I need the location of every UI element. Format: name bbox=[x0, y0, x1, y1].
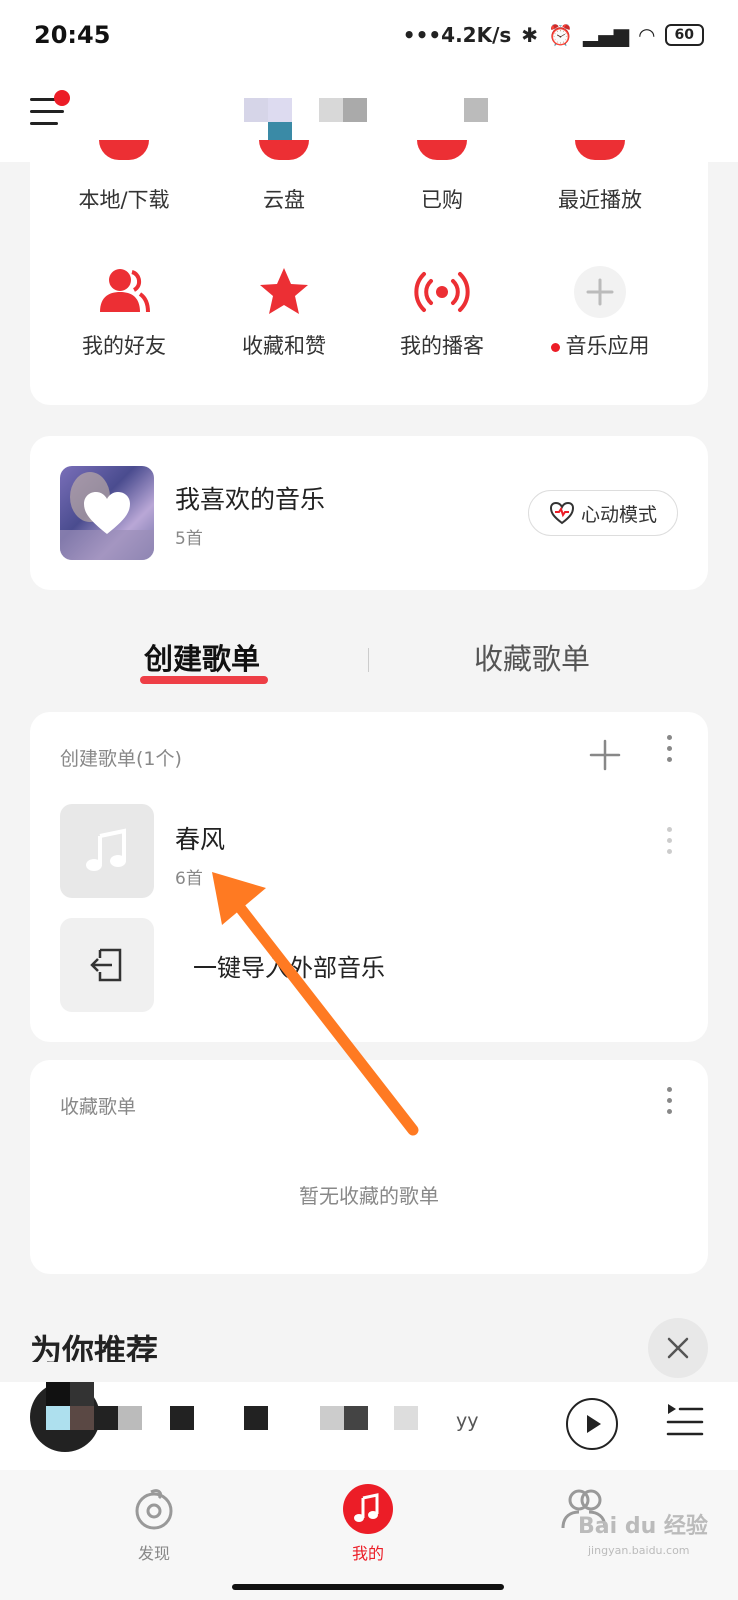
grid-item-cloud[interactable]: 云盘 bbox=[204, 140, 364, 220]
menu-line-icon bbox=[30, 122, 58, 125]
import-cover bbox=[60, 918, 154, 1012]
status-bar: 20:45 •••4.2K/s ✱ ⏰ ▂▄▆ ◠ 60 bbox=[0, 0, 738, 70]
import-icon bbox=[90, 948, 122, 982]
purchased-icon bbox=[417, 140, 467, 160]
playlist-name: 春风 bbox=[175, 825, 226, 854]
grid-item-music-apps[interactable]: 音乐应用 bbox=[520, 264, 680, 360]
tab-divider bbox=[368, 648, 369, 672]
discover-icon bbox=[135, 1489, 173, 1530]
battery-indicator: 60 bbox=[664, 24, 704, 46]
tab-created-playlists[interactable]: 创建歌单 bbox=[144, 636, 260, 678]
more-dot-icon bbox=[666, 1109, 672, 1114]
more-dot-icon bbox=[666, 757, 672, 762]
favorite-count: 5首 bbox=[175, 529, 203, 549]
collected-playlists-card: 收藏歌单 暂无收藏的歌单 bbox=[30, 1060, 708, 1274]
network-speed: •••4.2K/s bbox=[402, 23, 512, 47]
notification-dot bbox=[54, 90, 70, 106]
recommend-title: 为你推荐 bbox=[30, 1332, 159, 1362]
heartbeat-icon bbox=[549, 501, 574, 525]
grid-item-label: 云盘 bbox=[263, 188, 305, 212]
more-dot-icon bbox=[666, 838, 672, 843]
status-indicators: •••4.2K/s ✱ ⏰ ▂▄▆ ◠ 60 bbox=[403, 23, 704, 47]
grid-item-label: 音乐应用 bbox=[565, 334, 650, 358]
favorite-title: 我喜欢的音乐 bbox=[175, 485, 326, 514]
play-button[interactable] bbox=[566, 1398, 618, 1450]
more-dot-icon bbox=[666, 849, 672, 854]
playlist-queue-button[interactable] bbox=[666, 1400, 704, 1442]
grid-item-label: 本地/下载 bbox=[78, 188, 170, 212]
import-label: 一键导入外部音乐 bbox=[193, 954, 385, 982]
wifi-icon: ◠ bbox=[639, 23, 655, 47]
collected-more-button[interactable] bbox=[664, 1084, 674, 1120]
bluetooth-icon: ✱ bbox=[521, 23, 539, 47]
play-icon bbox=[587, 1415, 601, 1433]
mini-player[interactable]: yy bbox=[0, 1382, 738, 1470]
favorite-cover-image bbox=[60, 466, 154, 560]
favorite-music-card[interactable]: 我喜欢的音乐 5首 心动模式 bbox=[30, 436, 708, 590]
collected-section-header: 收藏歌单 bbox=[60, 1096, 137, 1118]
cloud-icon bbox=[259, 140, 309, 160]
grid-item-label: 已购 bbox=[421, 188, 463, 212]
nav-discover[interactable]: 发现 bbox=[104, 1484, 204, 1564]
grid-item-friends[interactable]: 我的好友 bbox=[44, 264, 204, 360]
grid-item-purchased[interactable]: 已购 bbox=[362, 140, 522, 220]
more-dot-icon bbox=[666, 1087, 672, 1092]
more-dot-icon bbox=[666, 735, 672, 740]
grid-item-recent[interactable]: 最近播放 bbox=[520, 140, 680, 220]
heart-mode-label: 心动模式 bbox=[580, 503, 657, 526]
quick-access-card: 本地/下载 云盘 已购 最近播放 我的好友 收藏和赞 我的播客 音乐应用 bbox=[30, 140, 708, 405]
playlist-cover bbox=[60, 804, 154, 898]
grid-item-label: 我的好友 bbox=[82, 334, 166, 358]
alarm-icon: ⏰ bbox=[548, 23, 573, 47]
more-dot-icon bbox=[666, 1098, 672, 1103]
created-section-header: 创建歌单(1个) bbox=[60, 748, 182, 770]
grid-item-local-download[interactable]: 本地/下载 bbox=[44, 140, 204, 220]
status-time: 20:45 bbox=[34, 21, 111, 49]
redacted-song-info bbox=[46, 1382, 446, 1432]
nav-mine[interactable]: 我的 bbox=[318, 1484, 418, 1564]
plus-icon bbox=[574, 266, 626, 318]
tab-collected-playlists[interactable]: 收藏歌单 bbox=[474, 636, 590, 678]
new-badge-dot bbox=[550, 342, 560, 352]
close-icon bbox=[667, 1337, 689, 1359]
friends-icon bbox=[100, 269, 150, 313]
playlist-count: 6首 bbox=[175, 869, 203, 889]
add-playlist-button[interactable] bbox=[588, 738, 622, 772]
grid-item-label: 收藏和赞 bbox=[242, 334, 326, 358]
playlist-tabs: 创建歌单 收藏歌单 bbox=[0, 620, 738, 690]
created-playlists-card: 创建歌单(1个) 春风 6首 一键导入外部音乐 bbox=[30, 712, 708, 1042]
menu-line-icon bbox=[30, 110, 64, 113]
podcast-icon bbox=[414, 272, 470, 312]
mini-player-text: yy bbox=[456, 1410, 479, 1432]
more-dot-icon bbox=[666, 827, 672, 832]
grid-item-collections-likes[interactable]: 收藏和赞 bbox=[204, 264, 364, 360]
more-dot-icon bbox=[666, 746, 672, 751]
nav-mine-label: 我的 bbox=[351, 1544, 384, 1563]
download-icon bbox=[99, 140, 149, 160]
music-note-icon bbox=[86, 828, 126, 871]
empty-collection-text: 暂无收藏的歌单 bbox=[299, 1184, 439, 1208]
music-note-icon bbox=[343, 1484, 393, 1534]
created-more-button[interactable] bbox=[664, 732, 674, 768]
star-icon bbox=[260, 268, 308, 314]
playlist-more-button[interactable] bbox=[664, 824, 674, 860]
close-button[interactable] bbox=[648, 1318, 708, 1378]
nav-discover-label: 发现 bbox=[137, 1544, 170, 1563]
heart-icon bbox=[84, 492, 130, 534]
grid-item-podcast[interactable]: 我的播客 bbox=[362, 264, 522, 360]
grid-item-label: 我的播客 bbox=[400, 334, 484, 358]
home-indicator[interactable] bbox=[232, 1584, 504, 1590]
heart-mode-button[interactable]: 心动模式 bbox=[528, 490, 678, 536]
grid-item-label: 最近播放 bbox=[558, 188, 642, 212]
signal-icon: ▂▄▆ bbox=[582, 23, 630, 47]
recent-play-icon bbox=[575, 140, 625, 160]
watermark-url: jingyan.baidu.com bbox=[588, 1544, 690, 1557]
watermark: Bai du 经验 bbox=[578, 1514, 708, 1539]
